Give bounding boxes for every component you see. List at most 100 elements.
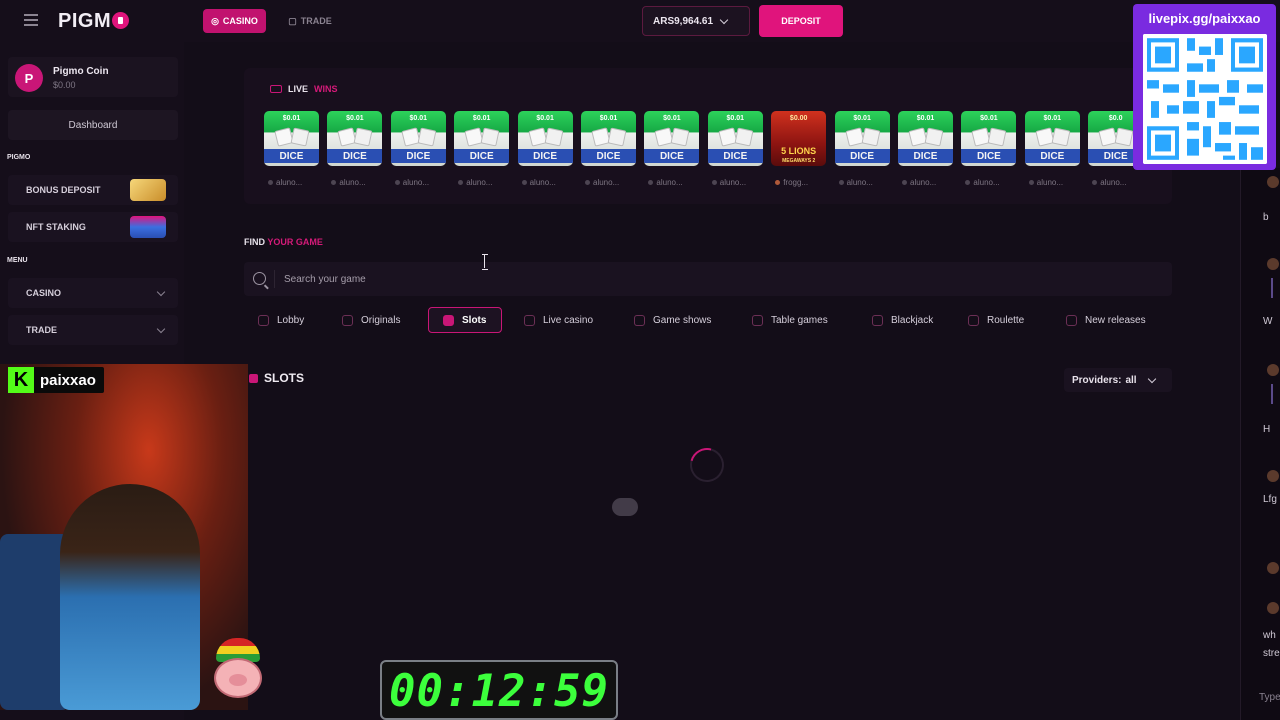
user-avatar-icon bbox=[648, 180, 654, 185]
chat-avatar bbox=[1267, 364, 1279, 376]
coin-value: $0.00 bbox=[53, 80, 76, 90]
user-avatar-icon bbox=[394, 180, 400, 185]
win-amount: $0.01 bbox=[726, 115, 745, 122]
sidebar-item-nft-staking[interactable]: NFT STAKING bbox=[8, 212, 178, 242]
winner-label: aluno... bbox=[529, 178, 556, 187]
roulette-icon bbox=[968, 314, 979, 326]
winner-name: aluno... bbox=[521, 178, 582, 187]
livepix-qr-overlay: livepix.gg/paixxao bbox=[1133, 4, 1276, 170]
live-win-tile[interactable]: $0.01 DICE bbox=[707, 111, 763, 166]
table-games-icon bbox=[752, 314, 763, 326]
dice-icon bbox=[987, 127, 1007, 147]
user-avatar-icon bbox=[458, 180, 464, 185]
search-input[interactable] bbox=[284, 269, 1144, 289]
tab-lobby[interactable]: Lobby bbox=[244, 307, 324, 333]
balance-dropdown[interactable]: ARS9,964.61 bbox=[642, 6, 750, 36]
tab-trade[interactable]: ▢ TRADE bbox=[280, 9, 340, 33]
loading-spinner-icon bbox=[683, 441, 731, 489]
tab-live-casino[interactable]: Live casino bbox=[510, 307, 612, 333]
dice-icon bbox=[544, 127, 564, 147]
slots-title: SLOTS bbox=[264, 371, 305, 385]
section-heading-pigmo: PIGMO bbox=[7, 154, 31, 161]
originals-icon bbox=[342, 314, 353, 326]
game-name: DICE bbox=[390, 149, 446, 163]
game-shows-icon bbox=[634, 314, 645, 326]
win-amount: $0.01 bbox=[536, 115, 554, 122]
tab-table-games[interactable]: Table games bbox=[738, 307, 848, 333]
game-name: DICE bbox=[834, 149, 890, 163]
gift-box-icon bbox=[130, 179, 166, 201]
tab-casino-label: CASINO bbox=[222, 16, 258, 26]
winner-name: aluno... bbox=[1092, 178, 1152, 187]
dice-icon bbox=[670, 127, 690, 147]
dice-icon bbox=[1035, 127, 1055, 147]
game-name: 5 LIONS bbox=[781, 146, 817, 156]
live-win-tile[interactable]: $0.01 DICE bbox=[834, 111, 890, 166]
tab-label: Originals bbox=[361, 314, 401, 326]
tab-blackjack[interactable]: Blackjack bbox=[858, 307, 942, 333]
chat-fragment: W bbox=[1263, 316, 1273, 327]
tab-label: New releases bbox=[1085, 314, 1146, 326]
win-amount: $0.01 bbox=[599, 115, 618, 122]
winner-label: aluno... bbox=[1100, 178, 1127, 187]
chevron-down-icon bbox=[719, 15, 729, 24]
trade-icon: ▢ bbox=[288, 15, 297, 26]
deposit-button[interactable]: DEPOSIT bbox=[759, 5, 843, 37]
win-amount: $0.01 bbox=[1043, 115, 1062, 122]
chevron-down-icon bbox=[156, 287, 166, 297]
qr-code-icon bbox=[1143, 34, 1267, 164]
sidebar-item-bonus-deposit[interactable]: BONUS DEPOSIT bbox=[8, 175, 178, 205]
game-name: DICE bbox=[264, 149, 319, 163]
live-win-tile[interactable]: $0.01 DICE bbox=[390, 111, 446, 166]
new-releases-icon bbox=[1066, 314, 1077, 326]
live-win-tile[interactable]: $0.01 DICE bbox=[454, 111, 510, 166]
live-win-tile[interactable]: $0.01 DICE bbox=[961, 111, 1017, 166]
winner-name: aluno... bbox=[268, 178, 328, 187]
tab-new-releases[interactable]: New releases bbox=[1052, 307, 1172, 333]
winner-label: aluno... bbox=[593, 178, 620, 187]
user-avatar-icon bbox=[775, 180, 781, 185]
dice-icon bbox=[353, 127, 373, 147]
win-amount: $0.01 bbox=[346, 115, 364, 122]
winner-name: aluno... bbox=[1028, 178, 1089, 187]
dice-icon bbox=[861, 127, 881, 147]
live-win-tile[interactable]: $0.01 DICE bbox=[644, 111, 700, 166]
chat-fragment: b bbox=[1263, 212, 1269, 223]
chat-avatar bbox=[1267, 176, 1279, 188]
winner-name: aluno... bbox=[902, 178, 962, 187]
live-win-tile[interactable]: $0.01 DICE bbox=[517, 111, 573, 166]
game-subtitle: MEGAWAYS 2 bbox=[782, 158, 816, 164]
sidebar-item-trade[interactable]: TRADE bbox=[8, 315, 178, 345]
qr-label: livepix.gg/paixxao bbox=[1148, 11, 1261, 26]
live-win-tile[interactable]: $0.01 DICE bbox=[581, 111, 636, 166]
game-name: DICE bbox=[517, 149, 573, 163]
tab-slots[interactable]: Slots bbox=[428, 307, 502, 333]
tab-label: Table games bbox=[771, 314, 828, 326]
live-win-tile[interactable]: $0.01 DICE bbox=[898, 111, 953, 166]
menu-icon[interactable] bbox=[24, 14, 38, 26]
tab-game-shows[interactable]: Game shows bbox=[620, 307, 724, 333]
live-win-tile[interactable]: $0.01 DICE bbox=[1024, 111, 1080, 166]
balance-value: ARS9,964.61 bbox=[653, 15, 714, 27]
tab-roulette[interactable]: Roulette bbox=[954, 307, 1046, 333]
tab-originals[interactable]: Originals bbox=[328, 307, 420, 333]
slots-heading: SLOTS bbox=[249, 371, 304, 385]
providers-dropdown[interactable]: Providers: all bbox=[1064, 368, 1172, 392]
sidebar-item-casino[interactable]: CASINO bbox=[8, 278, 178, 308]
chat-input[interactable]: Type bbox=[1259, 692, 1280, 703]
dashboard-button[interactable]: Dashboard bbox=[8, 110, 178, 140]
winner-name: aluno... bbox=[585, 178, 645, 187]
game-name: DICE bbox=[707, 149, 763, 163]
live-win-tile[interactable]: $0.01 DICE bbox=[264, 111, 319, 166]
live-win-tile[interactable]: $0.00 5 LIONS MEGAWAYS 2 bbox=[771, 111, 827, 166]
winner-label: aluno... bbox=[276, 178, 303, 187]
winner-name: frogg... bbox=[775, 178, 835, 187]
live-title-b: WINS bbox=[314, 84, 338, 94]
pigmo-logo[interactable]: PIGM bbox=[58, 10, 130, 33]
pigmo-coin-card[interactable]: P Pigmo Coin $0.00 bbox=[8, 57, 178, 97]
game-name: DICE bbox=[581, 149, 636, 163]
live-win-tile[interactable]: $0.01 DICE bbox=[327, 111, 383, 166]
chevron-down-icon bbox=[156, 324, 166, 334]
tab-casino[interactable]: ◎ CASINO bbox=[203, 9, 266, 33]
timer-value: 00:12:59 bbox=[389, 666, 609, 717]
